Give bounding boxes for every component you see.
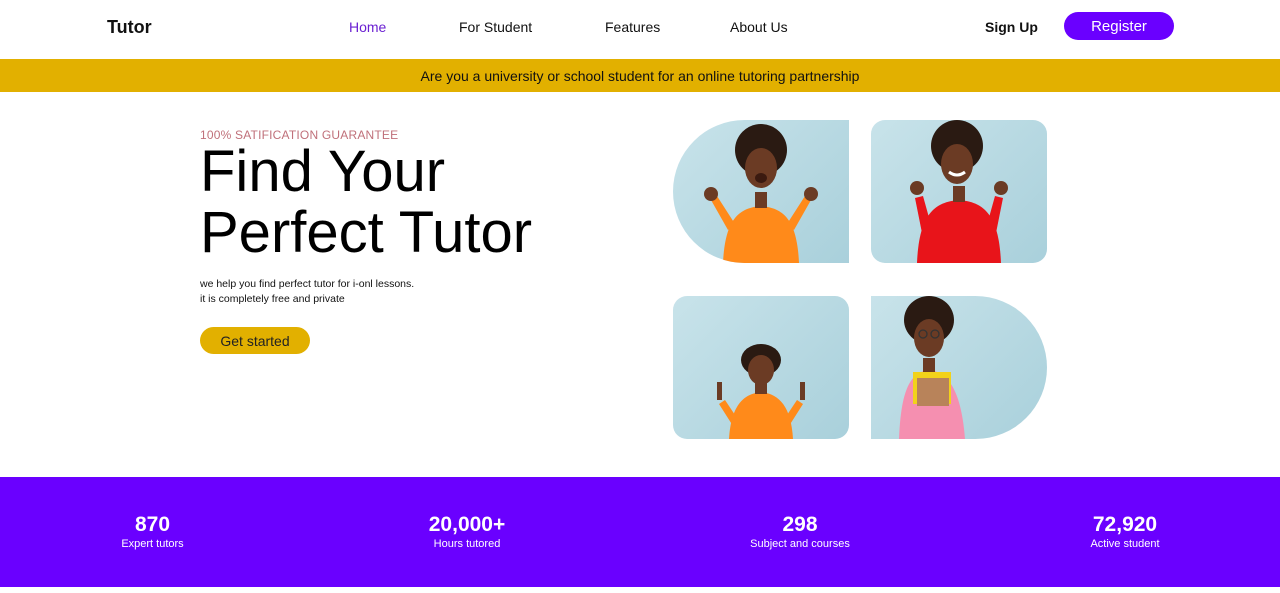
banner-text: Are you a university or school student f… [420,67,860,84]
stat-subjects: 298 Subject and courses [740,513,860,551]
promo-banner[interactable]: Are you a university or school student f… [0,59,1280,92]
stat-label: Expert tutors [121,538,184,550]
hero-title-line1: Find Your [200,139,446,204]
hero-photo-4 [871,296,1047,439]
hero-photo-2 [871,120,1047,263]
nav-link-features[interactable]: Features [605,19,660,35]
stat-expert-tutors: 870 Expert tutors [110,513,195,551]
signup-link[interactable]: Sign Up [985,19,1038,35]
stat-label: Hours tutored [433,538,501,550]
hero-title: Find Your Perfect Tutor [200,141,532,263]
nav-link-about-us[interactable]: About Us [730,19,788,35]
stat-value: 72,920 [1092,513,1158,536]
register-button[interactable]: Register [1064,12,1174,40]
nav-link-home[interactable]: Home [349,19,386,35]
hero-photo-3 [673,296,849,439]
hero-subtitle: we help you find perfect tutor for i-onl… [200,277,414,307]
hero-subtitle-line2: it is completely free and private [200,293,345,305]
stat-value: 20,000+ [428,513,506,536]
stat-hours-tutored: 20,000+ Hours tutored [416,513,518,551]
hero-title-line2: Perfect Tutor [200,200,533,265]
stat-label: Active student [1090,538,1160,550]
stats-bar: 870 Expert tutors 20,000+ Hours tutored … [0,477,1280,587]
nav-link-for-student[interactable]: For Student [459,19,532,35]
hero-subtitle-line1: we help you find perfect tutor for i-onl… [200,278,415,290]
top-navbar: Tutor Home For Student Features About Us… [0,0,1280,59]
stat-value: 870 [134,513,171,536]
get-started-button[interactable]: Get started [200,327,310,354]
stat-label: Subject and courses [750,538,850,550]
stat-active-students: 72,920 Active student [1080,513,1170,551]
logo[interactable]: Tutor [107,17,152,38]
hero-photo-1 [673,120,849,263]
stat-value: 298 [782,513,818,536]
